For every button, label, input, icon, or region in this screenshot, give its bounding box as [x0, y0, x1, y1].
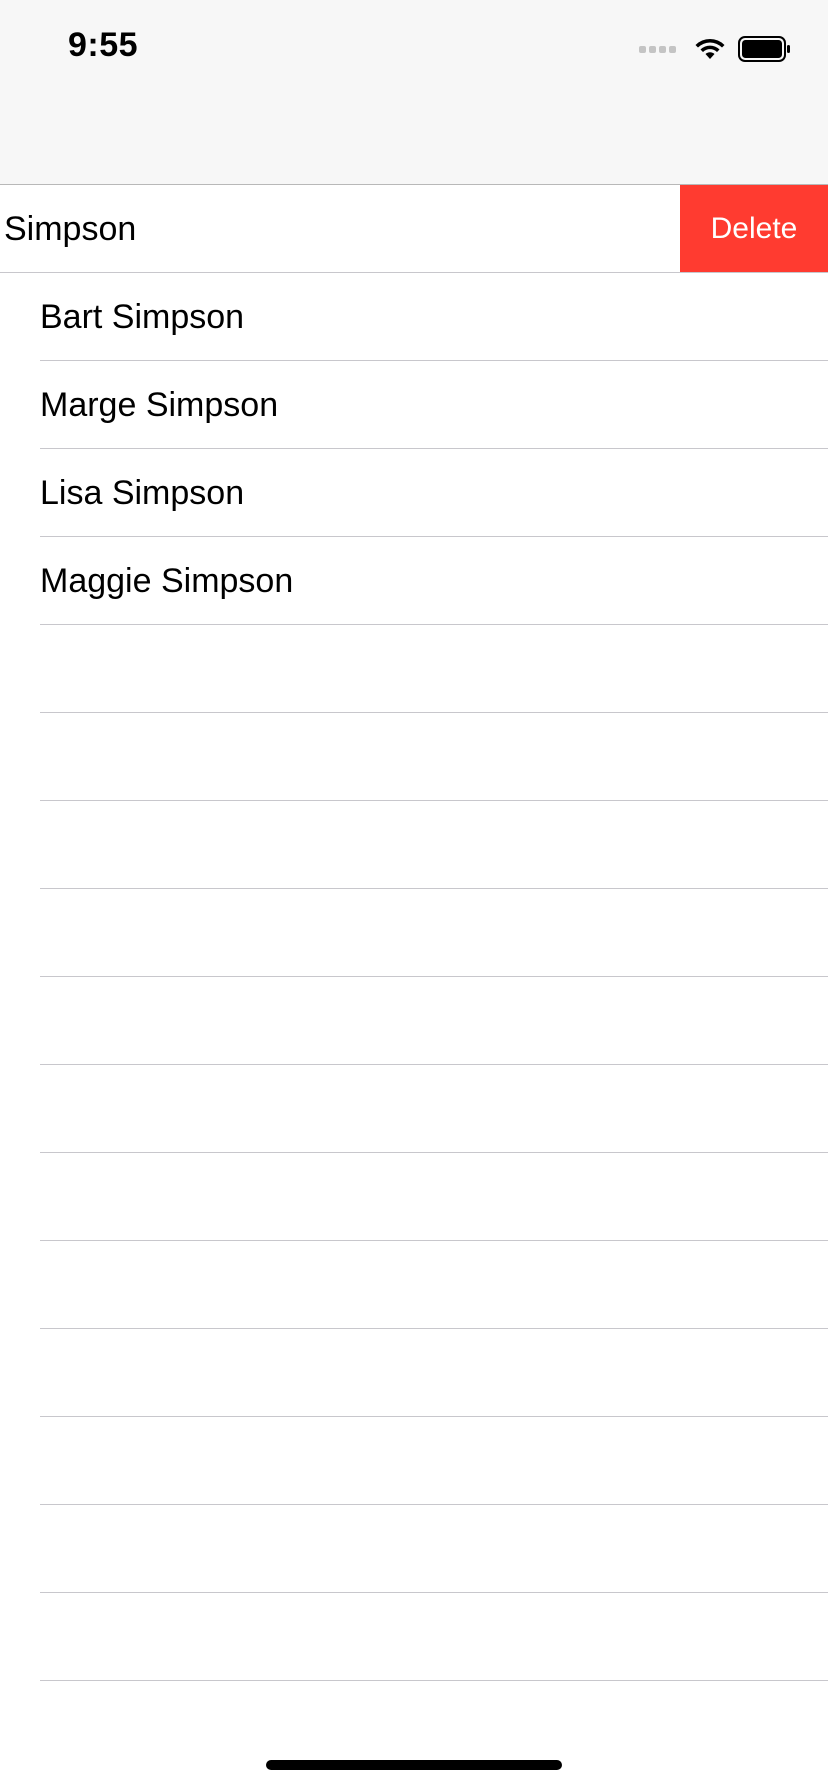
table-row[interactable]: Maggie Simpson [0, 537, 828, 625]
home-indicator[interactable] [266, 1760, 562, 1770]
screen: 9:55 Simpson Delete Bart Simpson Marge S… [0, 0, 828, 1792]
empty-table-row [0, 889, 828, 977]
table-row-swiped[interactable]: Simpson Delete [0, 185, 828, 273]
wifi-icon [695, 38, 725, 59]
empty-table-row [0, 1153, 828, 1241]
delete-button[interactable]: Delete [680, 185, 828, 273]
row-label: Bart Simpson [40, 298, 245, 336]
empty-table-row [0, 1329, 828, 1417]
empty-table-row [0, 1505, 828, 1593]
row-label: Lisa Simpson [40, 474, 245, 512]
empty-table-row [0, 1065, 828, 1153]
empty-table-row [0, 977, 828, 1065]
row-label: Marge Simpson [40, 386, 279, 424]
status-time: 9:55 [68, 26, 139, 64]
row-label: Simpson [4, 210, 137, 248]
navigation-bar: 9:55 [0, 0, 828, 185]
table-row[interactable]: Lisa Simpson [0, 449, 828, 537]
table-row[interactable]: Bart Simpson [0, 273, 828, 361]
empty-table-row [0, 713, 828, 801]
empty-table-row [0, 1593, 828, 1681]
row-separator [40, 1680, 828, 1681]
table-row[interactable]: Marge Simpson [0, 361, 828, 449]
battery-icon [738, 36, 790, 62]
contacts-table: Simpson Delete Bart Simpson Marge Simpso… [0, 185, 828, 1681]
empty-table-row [0, 1417, 828, 1505]
signal-icon [639, 45, 676, 53]
row-label: Maggie Simpson [40, 562, 294, 600]
empty-table-row [0, 801, 828, 889]
status-icons [639, 34, 792, 64]
empty-table-row [0, 1241, 828, 1329]
empty-table-row [0, 625, 828, 713]
